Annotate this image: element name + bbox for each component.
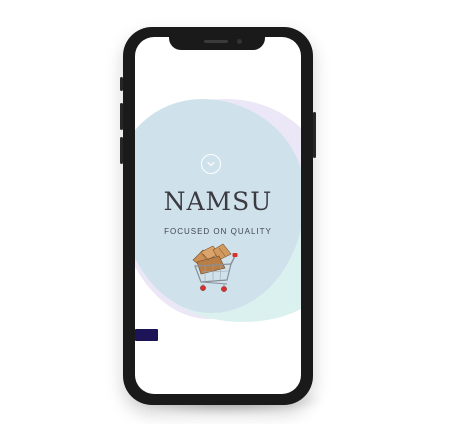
phone-speaker: [204, 40, 228, 43]
chevron-down-icon: [207, 161, 215, 167]
phone-screen: NAMSU FOCUSED ON QUALITY: [135, 37, 301, 394]
mockup-stage: NAMSU FOCUSED ON QUALITY: [0, 0, 450, 424]
shopping-cart-with-boxes-icon: [192, 243, 238, 292]
phone-front-camera: [237, 39, 242, 44]
side-tab-button[interactable]: [135, 329, 158, 341]
brand-tagline: FOCUSED ON QUALITY: [164, 227, 272, 236]
scroll-down-button[interactable]: [201, 154, 221, 174]
brand-title: NAMSU: [163, 187, 273, 216]
phone-power-button: [313, 112, 316, 158]
